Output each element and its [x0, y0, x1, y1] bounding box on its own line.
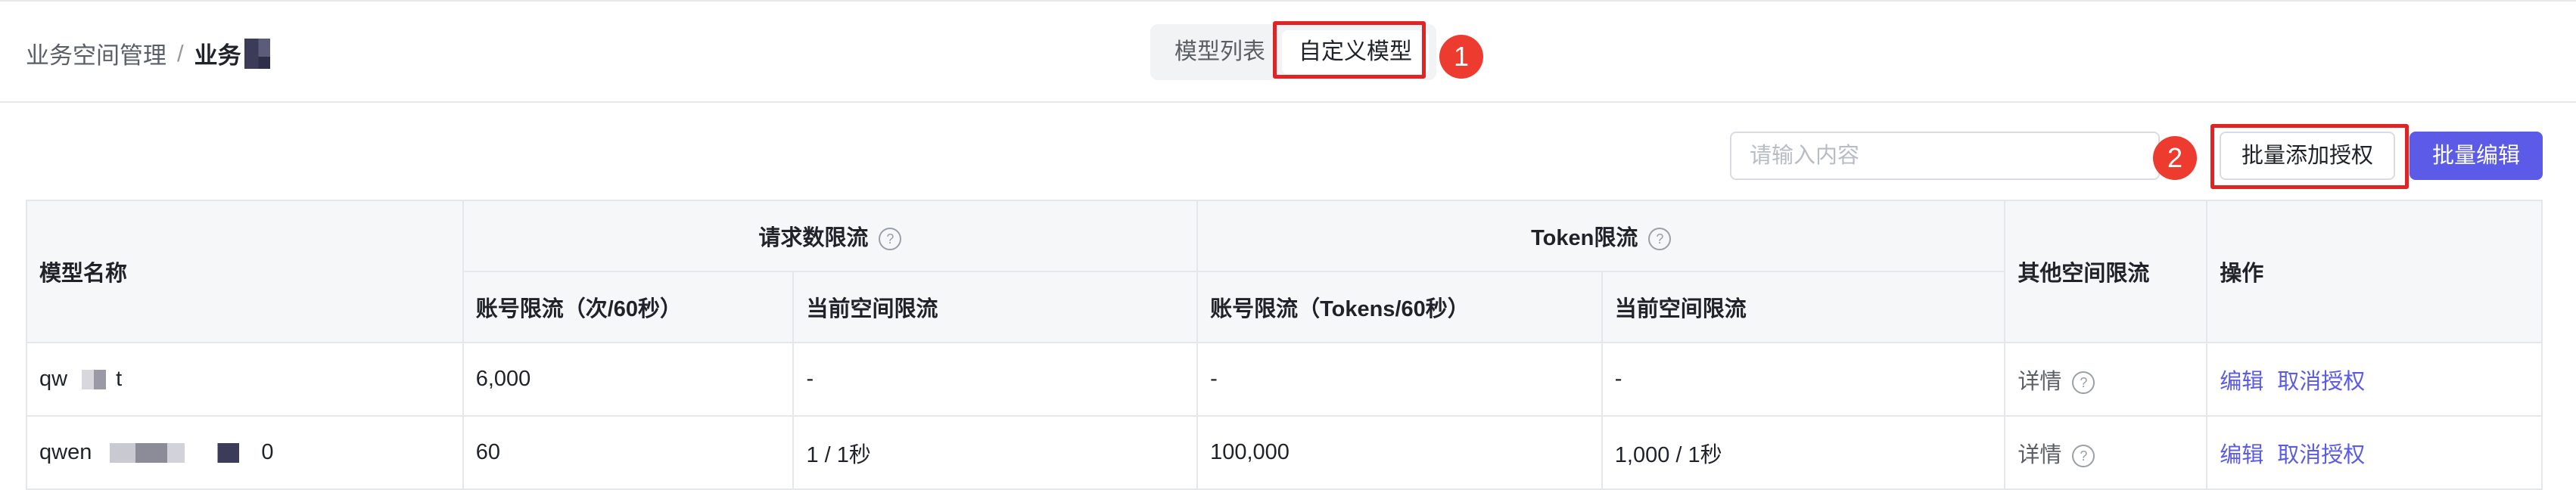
header-space-limit-token: 当前空间限流 [1601, 271, 2006, 343]
cell-actions: 编辑 取消授权 [2206, 415, 2543, 490]
model-name-suffix: 0 [261, 440, 274, 464]
edit-link[interactable]: 编辑 [2220, 370, 2263, 394]
cell-model-name: qwen 0 [26, 415, 464, 490]
header-account-limit-req: 账号限流（次/60秒） [462, 271, 795, 343]
help-icon[interactable]: ? [879, 228, 902, 251]
help-icon[interactable]: ? [1648, 228, 1672, 251]
step-badge-2: 2 [2153, 136, 2197, 180]
revoke-auth-link[interactable]: 取消授权 [2277, 443, 2365, 467]
highlight-box-batch-add [2210, 124, 2409, 189]
top-bar: 业务空间管理 / 业务 模型列表 自定义模型 1 [0, 0, 2576, 103]
header-model-name: 模型名称 [26, 200, 464, 343]
breadcrumb-current-text: 业务 [194, 42, 241, 69]
redacted-mask [110, 443, 254, 464]
cell-space-req: - [792, 342, 1199, 417]
cell-model-name: qw t [26, 342, 464, 417]
cell-space-token: - [1601, 342, 2006, 417]
model-name-suffix: t [116, 367, 123, 391]
breadcrumb: 业务空间管理 / 业务 [26, 36, 270, 70]
redacted-mask [67, 370, 117, 390]
redacted-mask [244, 38, 270, 69]
batch-edit-button[interactable]: 批量编辑 [2410, 132, 2543, 180]
detail-link[interactable]: 详情 [2018, 370, 2061, 394]
detail-link[interactable]: 详情 [2018, 443, 2061, 467]
tab-model-list[interactable]: 模型列表 [1158, 30, 1282, 74]
cell-actions: 编辑 取消授权 [2206, 342, 2543, 417]
help-icon[interactable]: ? [2072, 371, 2095, 394]
header-account-limit-token: 账号限流（Tokens/60秒） [1196, 271, 1603, 343]
table-row: qwen 0 60 1 / 1秒 100,000 1,000 / 1秒 详情? 编… [26, 415, 2543, 490]
cell-account-token: 100,000 [1196, 415, 1603, 490]
cell-account-req: 6,000 [462, 342, 795, 417]
revoke-auth-link[interactable]: 取消授权 [2277, 370, 2365, 394]
header-token-limit: Token限流? [1196, 200, 2006, 272]
help-icon[interactable]: ? [2072, 444, 2095, 467]
cell-space-req: 1 / 1秒 [792, 415, 1199, 490]
breadcrumb-parent[interactable]: 业务空间管理 [26, 36, 166, 70]
cell-account-token: - [1196, 342, 1603, 417]
step-badge-1: 1 [1439, 35, 1483, 79]
edit-link[interactable]: 编辑 [2220, 443, 2263, 467]
cell-other-space: 详情? [2004, 342, 2208, 417]
header-actions: 操作 [2206, 200, 2543, 343]
highlight-box-custom-model [1273, 21, 1426, 79]
model-table: 模型名称 请求数限流? Token限流? 其他空间限流 操作 账号限流（次/60… [26, 200, 2543, 490]
header-other-space-limit: 其他空间限流 [2004, 200, 2208, 343]
cell-other-space: 详情? [2004, 415, 2208, 490]
cell-space-token: 1,000 / 1秒 [1601, 415, 2006, 490]
header-token-limit-text: Token限流 [1531, 226, 1638, 250]
cell-account-req: 60 [462, 415, 795, 490]
table-row: qw t 6,000 - - - 详情? 编辑 取消授权 [26, 342, 2543, 417]
model-name-prefix: qwen [39, 440, 92, 464]
model-name-prefix: qw [39, 367, 68, 391]
header-request-limit-text: 请求数限流 [758, 226, 869, 250]
breadcrumb-current: 业务 [194, 36, 270, 70]
header-space-limit-req: 当前空间限流 [792, 271, 1199, 343]
search-input[interactable]: 请输入内容 [1730, 132, 2160, 180]
header-request-limit: 请求数限流? [462, 200, 1199, 272]
breadcrumb-separator: / [177, 39, 184, 67]
